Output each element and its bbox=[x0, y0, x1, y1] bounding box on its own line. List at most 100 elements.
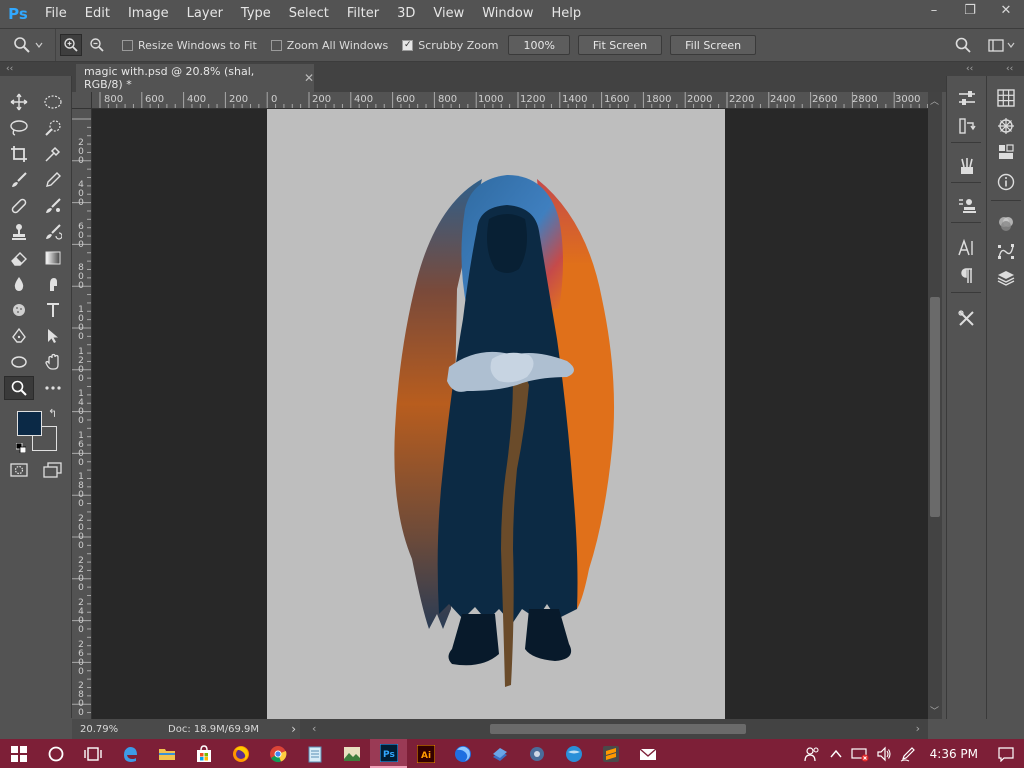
pen-ink-icon[interactable] bbox=[896, 739, 920, 768]
navigator-panel-button[interactable] bbox=[992, 114, 1020, 138]
fill-screen-button[interactable]: Fill Screen bbox=[670, 35, 757, 55]
menu-layer[interactable]: Layer bbox=[178, 0, 232, 28]
tool-preset-picker[interactable] bbox=[0, 29, 56, 61]
hand-tool[interactable] bbox=[38, 350, 68, 374]
taskbar-app-sublime[interactable] bbox=[592, 739, 629, 768]
tab-document[interactable]: magic with.psd @ 20.8% (shal, RGB/8) * ✕ bbox=[76, 64, 314, 92]
canvas-area[interactable] bbox=[92, 109, 928, 719]
zoom-all-checkbox[interactable] bbox=[270, 39, 282, 51]
taskbar-app-firefox[interactable] bbox=[222, 739, 259, 768]
edit-toolbar-button[interactable] bbox=[38, 376, 68, 400]
swatches-panel-button[interactable] bbox=[992, 86, 1020, 110]
scroll-down-arrow[interactable]: ﹀ bbox=[930, 704, 939, 717]
minimize-button[interactable]: – bbox=[916, 0, 952, 20]
panel-dock-header[interactable]: ‹‹ ‹‹ bbox=[946, 62, 1024, 76]
paragraph-panel-button[interactable] bbox=[953, 264, 981, 288]
zoom-all-option[interactable]: Zoom All Windows bbox=[270, 39, 388, 52]
ruler-origin[interactable] bbox=[72, 92, 92, 109]
gradient-tool[interactable] bbox=[38, 246, 68, 270]
pencil-tool[interactable] bbox=[38, 168, 68, 192]
quick-selection-tool[interactable] bbox=[38, 116, 68, 140]
eyedropper-tool[interactable] bbox=[38, 142, 68, 166]
scroll-right-arrow[interactable]: › bbox=[916, 722, 920, 735]
horizontal-ruler[interactable]: 800 600 400 200 0 200 400 600 800 1000 1… bbox=[92, 92, 928, 109]
clone-stamp-tool[interactable] bbox=[4, 220, 34, 244]
mixer-brush-tool[interactable] bbox=[38, 194, 68, 218]
taskbar-app-chrome[interactable] bbox=[259, 739, 296, 768]
foreground-color-swatch[interactable] bbox=[17, 411, 42, 436]
search-button[interactable] bbox=[948, 29, 978, 61]
type-tool[interactable] bbox=[38, 298, 68, 322]
status-menu-arrow[interactable]: › bbox=[291, 722, 300, 736]
start-button[interactable] bbox=[0, 739, 37, 768]
clone-source-panel-button[interactable] bbox=[953, 194, 981, 218]
volume-icon[interactable] bbox=[872, 739, 896, 768]
resize-windows-checkbox[interactable] bbox=[122, 39, 133, 51]
vertical-ruler[interactable]: 2 0 0 4 0 0 6 0 0 8 0 0 1 0 0 0 1 2 0 0 1 4 0 … bbox=[72, 109, 92, 719]
tool-presets-panel-button[interactable] bbox=[953, 306, 981, 330]
task-view-button[interactable] bbox=[74, 739, 111, 768]
taskbar-app-photoshop[interactable]: Ps bbox=[370, 739, 407, 768]
action-center-icon[interactable] bbox=[988, 739, 1024, 768]
taskbar-app-notepad[interactable] bbox=[296, 739, 333, 768]
scrubby-zoom-checkbox[interactable]: ✓ bbox=[402, 39, 414, 51]
brush-tool[interactable] bbox=[4, 168, 34, 192]
vertical-scroll-thumb[interactable] bbox=[930, 297, 940, 517]
menu-3d[interactable]: 3D bbox=[388, 0, 424, 28]
menu-view[interactable]: View bbox=[424, 0, 473, 28]
crop-tool[interactable] bbox=[4, 142, 34, 166]
zoom-tool[interactable] bbox=[4, 376, 34, 400]
taskbar-app-illustrator[interactable]: Ai bbox=[407, 739, 444, 768]
healing-brush-tool[interactable] bbox=[4, 194, 34, 218]
menu-image[interactable]: Image bbox=[119, 0, 178, 28]
sponge-tool[interactable] bbox=[4, 298, 34, 322]
horizontal-scrollbar[interactable]: ‹ › bbox=[300, 719, 928, 739]
lasso-tool[interactable] bbox=[4, 116, 34, 140]
taskbar-app-mail[interactable] bbox=[629, 739, 666, 768]
close-tab-icon[interactable]: ✕ bbox=[304, 71, 314, 85]
resize-windows-option[interactable]: Resize Windows to Fit bbox=[122, 39, 257, 52]
workspace-switcher[interactable] bbox=[978, 29, 1024, 61]
taskbar-app-store[interactable] bbox=[185, 739, 222, 768]
move-tool[interactable] bbox=[4, 90, 34, 114]
character-panel-button[interactable] bbox=[953, 236, 981, 260]
channels-panel-button[interactable] bbox=[992, 212, 1020, 236]
vertical-scrollbar[interactable]: ︿ ﹀ bbox=[928, 92, 942, 719]
ellipse-shape-tool[interactable] bbox=[4, 350, 34, 374]
fit-screen-button[interactable]: Fit Screen bbox=[577, 35, 663, 55]
document-canvas[interactable] bbox=[267, 109, 725, 719]
default-colors-icon[interactable] bbox=[15, 442, 27, 454]
taskbar-app-misc-3[interactable] bbox=[555, 739, 592, 768]
elliptical-marquee-tool[interactable] bbox=[38, 90, 68, 114]
paths-panel-button[interactable] bbox=[992, 240, 1020, 264]
menu-filter[interactable]: Filter bbox=[338, 0, 388, 28]
zoom-in-button[interactable] bbox=[60, 34, 82, 56]
scroll-left-arrow[interactable]: ‹ bbox=[312, 722, 316, 735]
history-brush-tool[interactable] bbox=[38, 220, 68, 244]
horizontal-scroll-thumb[interactable] bbox=[490, 724, 746, 734]
blur-tool[interactable] bbox=[4, 272, 34, 296]
info-panel-button[interactable] bbox=[992, 170, 1020, 194]
menu-file[interactable]: File bbox=[36, 0, 76, 28]
scrubby-zoom-option[interactable]: ✓ Scrubby Zoom bbox=[402, 39, 498, 52]
network-disconnected-icon[interactable] bbox=[848, 739, 872, 768]
layers-panel-button[interactable] bbox=[992, 266, 1020, 290]
menu-help[interactable]: Help bbox=[543, 0, 591, 28]
toolbox-header[interactable]: ‹‹ bbox=[0, 62, 72, 76]
close-button[interactable]: ✕ bbox=[988, 0, 1024, 20]
quick-mask-button[interactable] bbox=[4, 458, 34, 482]
restore-button[interactable]: ❐ bbox=[952, 0, 988, 20]
screen-mode-button[interactable] bbox=[38, 458, 68, 482]
taskbar-app-misc-1[interactable] bbox=[481, 739, 518, 768]
taskbar-app-misc-2[interactable] bbox=[518, 739, 555, 768]
menu-select[interactable]: Select bbox=[280, 0, 338, 28]
document-size-info[interactable]: Doc: 18.9M/69.9M bbox=[122, 724, 259, 735]
people-icon[interactable] bbox=[800, 739, 824, 768]
pen-tool[interactable] bbox=[4, 324, 34, 348]
scroll-up-arrow[interactable]: ︿ bbox=[930, 94, 939, 107]
eraser-tool[interactable] bbox=[4, 246, 34, 270]
zoom-100-button[interactable]: 100% bbox=[508, 35, 570, 55]
libraries-panel-button[interactable] bbox=[992, 140, 1020, 164]
smudge-tool[interactable] bbox=[38, 272, 68, 296]
path-selection-tool[interactable] bbox=[38, 324, 68, 348]
